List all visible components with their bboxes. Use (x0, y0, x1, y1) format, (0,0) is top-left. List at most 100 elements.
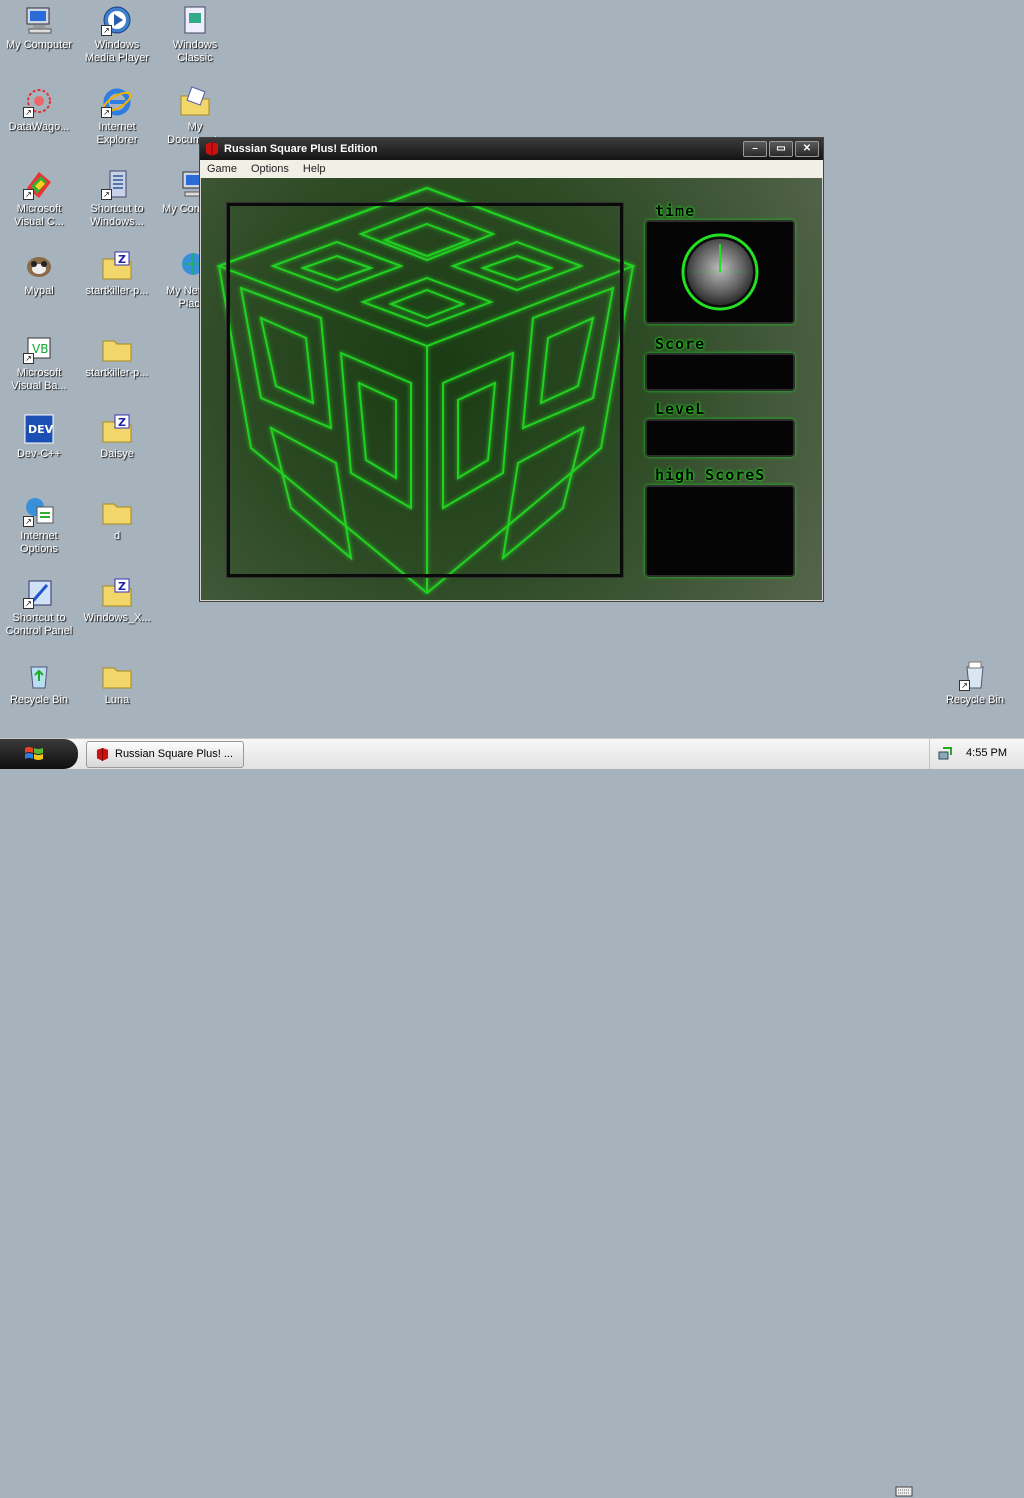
score-label: Score (655, 335, 706, 353)
shortcut-arrow-icon: ↗ (23, 353, 34, 364)
desktop-icon-datawagon[interactable]: ↗ DataWago... (0, 86, 78, 134)
recycle-bin-icon (23, 659, 55, 691)
time-label: time (655, 202, 696, 220)
shortcut-arrow-icon: ↗ (959, 680, 970, 691)
mypal-icon (23, 250, 55, 282)
desktop-icon-d-folder[interactable]: d (78, 495, 156, 543)
taskbar-item-russian-square[interactable]: Russian Square Plus! ... (86, 741, 244, 768)
internet-options-icon: ↗ (23, 495, 55, 527)
desktop-icon-recycle-bin-full[interactable]: ↗ Recycle Bin (936, 659, 1014, 707)
desktop-icon-label: Dev-C++ (16, 448, 62, 460)
desktop-icon-startkiller-zip[interactable]: Z startkiller-p... (78, 250, 156, 298)
desktop-icon-windows-x[interactable]: Z Windows_X... (78, 577, 156, 625)
desktop-icon-shortcut-windows[interactable]: ↗ Shortcut to Windows... (78, 168, 156, 229)
keyboard-icon[interactable] (895, 1484, 913, 1498)
svg-text:DEV: DEV (28, 423, 54, 436)
svg-text:Z: Z (118, 416, 126, 429)
desktop-icon-label: Daisye (100, 448, 134, 460)
app-icon[interactable] (205, 141, 219, 157)
datawagon-icon: ↗ (23, 86, 55, 118)
system-tray: 4:55 PM (929, 739, 1024, 769)
desktop-icon-label: Recycle Bin (9, 694, 69, 706)
taskbar: Russian Square Plus! ... 4:55 PM (0, 738, 1024, 1497)
dev-cpp-icon: DEV (23, 413, 55, 445)
minimize-button[interactable]: – (743, 141, 767, 157)
zip-folder-icon: Z (101, 250, 133, 282)
menu-options[interactable]: Options (244, 163, 296, 175)
menu-help[interactable]: Help (296, 163, 333, 175)
menu-bar: Game Options Help (200, 160, 823, 178)
clock[interactable]: 4:55 PM (966, 747, 1007, 759)
windows-classic-icon (179, 4, 211, 36)
desktop-icon-label: Luna (104, 694, 130, 706)
desktop-icon-label: Mypal (24, 285, 54, 297)
desktop-icon-internet-options[interactable]: ↗ Internet Options (0, 495, 78, 556)
taskbar-item-label: Russian Square Plus! ... (115, 748, 234, 760)
desktop-icon-dev-cpp[interactable]: DEV Dev-C++ (0, 413, 78, 461)
window-title: Russian Square Plus! Edition (224, 143, 378, 155)
menu-game[interactable]: Game (200, 163, 244, 175)
desktop-icon-media-player[interactable]: ↗ Windows Media Player (78, 4, 156, 65)
windows-flag-icon (25, 747, 43, 760)
desktop-icon-visual-c[interactable]: ↗ Microsoft Visual C... (0, 168, 78, 229)
shortcut-arrow-icon: ↗ (101, 189, 112, 200)
desktop-icon-label: d (113, 530, 121, 542)
desktop-icon-label: Internet Explorer (96, 121, 138, 146)
time-panel (645, 220, 795, 324)
desktop-icon-label: Microsoft Visual Ba... (11, 367, 67, 392)
svg-text:Z: Z (118, 253, 126, 266)
start-button[interactable] (0, 739, 78, 769)
zip-folder-icon: Z (101, 577, 133, 609)
shortcut-windows-icon: ↗ (101, 168, 133, 200)
visual-c-icon: ↗ (23, 168, 55, 200)
desktop-icon-my-computer[interactable]: My Computer (0, 4, 78, 52)
close-button[interactable]: ✕ (795, 141, 819, 157)
shortcut-arrow-icon: ↗ (101, 107, 112, 118)
desktop-icon-visual-basic[interactable]: VB ↗ Microsoft Visual Ba... (0, 332, 78, 393)
desktop-icon-label: startkiller-p... (85, 367, 149, 379)
folder-icon (101, 659, 133, 691)
recycle-bin-full-icon: ↗ (959, 659, 991, 691)
desktop-icon-label: startkiller-p... (85, 285, 149, 297)
visual-basic-icon: VB ↗ (23, 332, 55, 364)
desktop-icon-internet-explorer[interactable]: ↗ Internet Explorer (78, 86, 156, 147)
desktop-icon-control-panel[interactable]: ↗ Shortcut to Control Panel (0, 577, 78, 638)
control-panel-icon: ↗ (23, 577, 55, 609)
folder-icon (101, 495, 133, 527)
desktop-icon-label: Shortcut to Windows... (90, 203, 144, 228)
timer-dial-icon (681, 233, 759, 311)
svg-text:VB: VB (32, 342, 48, 356)
my-computer-icon (23, 4, 55, 36)
maximize-button[interactable]: ▭ (769, 141, 793, 157)
desktop-icon-label: Internet Options (20, 530, 58, 555)
shortcut-arrow-icon: ↗ (23, 516, 34, 527)
network-icon[interactable] (937, 746, 953, 762)
desktop-icon-mypal[interactable]: Mypal (0, 250, 78, 298)
game-window: Russian Square Plus! Edition – ▭ ✕ Game … (199, 137, 824, 602)
shortcut-arrow-icon: ↗ (23, 189, 34, 200)
svg-text:Z: Z (118, 580, 126, 593)
app-icon (96, 748, 109, 761)
desktop-icon-label: Windows Media Player (84, 39, 150, 64)
folder-icon (101, 332, 133, 364)
internet-explorer-icon: ↗ (101, 86, 133, 118)
level-panel (645, 419, 795, 457)
window-controls: – ▭ ✕ (741, 141, 819, 157)
game-canvas: time Score LeveL high ScoreS (201, 178, 822, 600)
desktop-icon-label: DataWago... (8, 121, 70, 133)
desktop-icon-recycle-bin[interactable]: Recycle Bin (0, 659, 78, 707)
desktop-icon-startkiller-folder[interactable]: startkiller-p... (78, 332, 156, 380)
title-bar[interactable]: Russian Square Plus! Edition – ▭ ✕ (200, 138, 823, 160)
shortcut-arrow-icon: ↗ (23, 107, 34, 118)
desktop-icon-label: Windows_X... (83, 612, 151, 624)
play-field[interactable] (226, 202, 624, 578)
level-label: LeveL (655, 400, 706, 418)
desktop-icon-label: Windows Classic (172, 39, 218, 64)
desktop-icon-luna[interactable]: Luna (78, 659, 156, 707)
desktop-icon-label: Shortcut to Control Panel (5, 612, 73, 637)
shortcut-arrow-icon: ↗ (101, 25, 112, 36)
desktop-icon-label: My Computer (5, 39, 73, 51)
high-scores-label: high ScoreS (655, 466, 766, 484)
desktop-icon-windows-classic[interactable]: Windows Classic (156, 4, 234, 65)
desktop-icon-daisye[interactable]: Z Daisye (78, 413, 156, 461)
